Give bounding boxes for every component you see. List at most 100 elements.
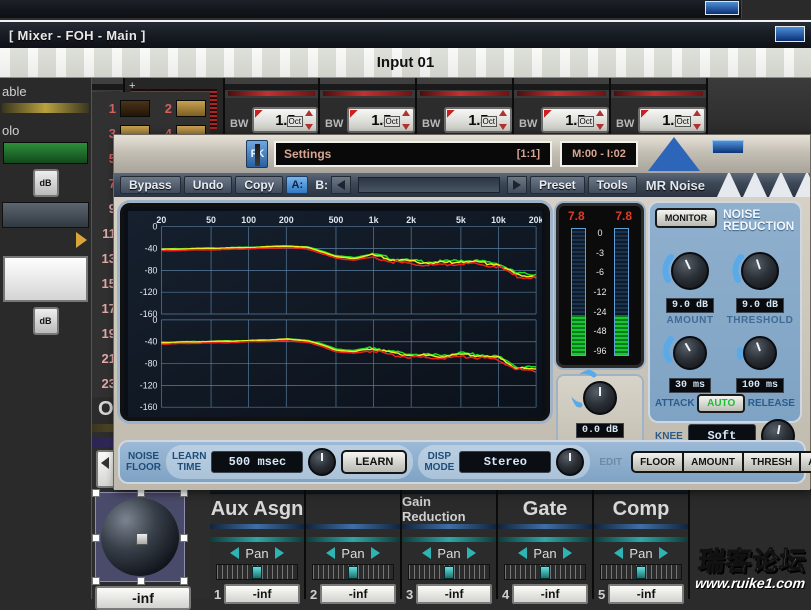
preset-track[interactable] — [358, 177, 500, 193]
eq-field-bw-4[interactable]: 1.5 Oct — [541, 107, 609, 133]
pan-row[interactable]: Pan — [594, 542, 688, 564]
pan-slider-handle[interactable] — [348, 566, 359, 579]
eq-stepper-bw-1[interactable] — [305, 110, 314, 132]
bus-assign-button[interactable] — [176, 100, 206, 117]
threshold-knob[interactable] — [741, 252, 779, 290]
eq-stepper-bw-5[interactable] — [693, 110, 702, 132]
db-stepper-bottom[interactable]: dB — [32, 307, 59, 335]
release-knob[interactable] — [743, 336, 777, 370]
eq-cell-bw-4[interactable]: BW 1.5 Oct — [514, 78, 611, 140]
edit-button-thresh[interactable]: THRESH — [742, 451, 802, 473]
pan-slider-handle[interactable] — [252, 566, 263, 579]
prev-preset-button[interactable] — [331, 176, 352, 194]
eq-field-bw-3[interactable]: 1.5 Oct — [444, 107, 512, 133]
pan-slider[interactable] — [408, 564, 490, 580]
pan-slider-handle[interactable] — [444, 566, 455, 579]
undo-button[interactable]: Undo — [183, 176, 233, 194]
solo-indicator[interactable] — [3, 142, 88, 164]
eq-cell-bw-1[interactable]: BW 1.5 Oct — [225, 78, 320, 140]
white-display-panel[interactable] — [3, 256, 88, 302]
eq-stepper-bw-2[interactable] — [402, 110, 411, 132]
level-field[interactable]: -inf — [320, 584, 396, 604]
level-field[interactable]: -inf — [512, 584, 588, 604]
eq-cell-bw-5[interactable]: BW 1.5 Oct — [611, 78, 708, 140]
edit-button-amount[interactable]: AMOUNT — [682, 451, 745, 473]
plugin-fx-icon[interactable]: FK — [246, 140, 268, 168]
learn-time-line1: LEARN — [172, 451, 207, 462]
pan-left-arrow-icon[interactable] — [101, 457, 109, 469]
level-field[interactable]: -inf — [608, 584, 684, 604]
db-stepper-top[interactable]: dB — [32, 169, 59, 197]
pan-slider-handle[interactable] — [636, 566, 647, 579]
learn-time-knob[interactable] — [308, 448, 337, 476]
pan-right-arrow-icon[interactable] — [274, 547, 284, 559]
pan-slider[interactable] — [312, 564, 394, 580]
disp-mode-knob[interactable] — [556, 448, 585, 476]
pan-row[interactable]: Pan — [306, 542, 400, 564]
preset-button[interactable]: Preset — [529, 176, 585, 194]
settings-field[interactable]: Settings [1:1] — [274, 141, 552, 167]
threshold-label: THRESHOLD — [726, 315, 794, 326]
spectrum-graph-panel[interactable]: 20 50 100 200 500 1k 2k 5k 10k 20k 0 -40 -80 -120 -160… — [120, 203, 550, 421]
auto-button[interactable]: AUTO — [697, 394, 746, 413]
pan-right-arrow-icon[interactable] — [562, 547, 572, 559]
setting-b-label[interactable]: B: — [315, 178, 328, 192]
noise-reduction-panel: MONITOR NOISE REDUCTION 9.0 dB AMOUNT 9.… — [650, 203, 800, 453]
expand-row[interactable] — [0, 232, 91, 252]
pan-left-arrow-icon[interactable] — [614, 547, 624, 559]
pan-slider[interactable] — [600, 564, 682, 580]
svg-text:20k: 20k — [529, 215, 542, 225]
joystick-panner[interactable] — [92, 489, 188, 585]
disp-mode-group: DISP MODE Stereo — [418, 445, 591, 479]
pan-right-arrow-icon[interactable] — [370, 547, 380, 559]
amount-knob[interactable] — [671, 252, 709, 290]
pan-right-arrow-icon[interactable] — [466, 547, 476, 559]
mixer-window-button[interactable] — [775, 26, 805, 42]
bypass-button[interactable]: Bypass — [120, 176, 181, 194]
pan-left-arrow-icon[interactable] — [326, 547, 336, 559]
pan-left-arrow-icon[interactable] — [422, 547, 432, 559]
edit-button-floor[interactable]: FLOOR — [631, 451, 685, 473]
joystick-center-handle[interactable] — [136, 533, 148, 545]
attack-knob[interactable] — [673, 336, 707, 370]
mixer-titlebar: [ Mixer - FOH - Main ] — [0, 20, 811, 48]
tools-button[interactable]: Tools — [587, 176, 637, 194]
edit-button-attack[interactable]: ATTACK — [799, 451, 811, 473]
learn-time-value[interactable]: 500 msec — [211, 451, 304, 473]
pan-slider[interactable] — [504, 564, 586, 580]
channel-fader-value[interactable]: -inf — [95, 586, 191, 610]
pan-row[interactable]: Pan — [210, 542, 304, 564]
eq-cell-bw-2[interactable]: BW 1.5 Oct — [320, 78, 417, 140]
copy-button[interactable]: Copy — [235, 176, 284, 194]
chevron-decoration — [714, 173, 810, 197]
edit-button-group: FLOORAMOUNTTHRESHATTACKRELEASE — [631, 451, 811, 473]
blue-chip-button[interactable] — [712, 140, 744, 154]
slot-control[interactable] — [2, 202, 89, 228]
pan-slider-handle[interactable] — [540, 566, 551, 579]
level-field[interactable]: -inf — [224, 584, 300, 604]
gain-knob[interactable] — [583, 381, 617, 415]
pan-row[interactable]: Pan — [402, 542, 496, 564]
pan-right-arrow-icon[interactable] — [658, 547, 668, 559]
disp-mode-value[interactable]: Stereo — [459, 451, 552, 473]
mi-field[interactable]: M:00 - I:02 — [560, 141, 638, 167]
pan-row[interactable]: Pan — [498, 542, 592, 564]
eq-field-bw-5[interactable]: 1.5 Oct — [638, 107, 706, 133]
eq-stepper-bw-3[interactable] — [499, 110, 508, 132]
eq-cell-bw-3[interactable]: BW 1.5 Oct — [417, 78, 514, 140]
pan-slider[interactable] — [216, 564, 298, 580]
amount-threshold-row: 9.0 dB AMOUNT 9.0 dB THRESHOLD — [655, 246, 795, 326]
eq-field-bw-1[interactable]: 1.5 Oct — [252, 107, 318, 133]
next-preset-button[interactable] — [506, 176, 527, 194]
monitor-button[interactable]: MONITOR — [655, 208, 717, 228]
level-field[interactable]: -inf — [416, 584, 492, 604]
eq-stepper-bw-4[interactable] — [596, 110, 605, 132]
bus-assign-button[interactable] — [120, 100, 150, 117]
learn-button[interactable]: LEARN — [341, 450, 408, 474]
outer-minimize-button[interactable] — [705, 1, 739, 15]
pan-label: Pan — [437, 545, 461, 561]
setting-a-button[interactable]: A: — [286, 176, 309, 194]
pan-left-arrow-icon[interactable] — [230, 547, 240, 559]
eq-field-bw-2[interactable]: 1.5 Oct — [347, 107, 415, 133]
pan-left-arrow-icon[interactable] — [518, 547, 528, 559]
